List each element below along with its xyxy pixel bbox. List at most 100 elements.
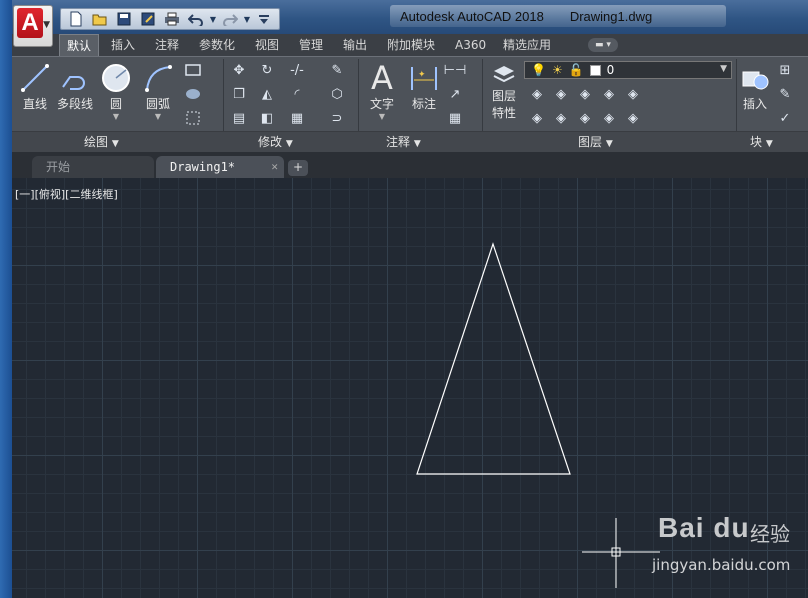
chevron-down-icon: ▼: [605, 139, 613, 149]
unlock-icon: 🔓: [568, 63, 584, 77]
layer-tool-icon[interactable]: ◈: [552, 109, 570, 127]
move-icon[interactable]: ✥: [230, 61, 248, 79]
chevron-down-icon: ▼: [285, 139, 293, 149]
erase-icon[interactable]: ✎: [328, 61, 346, 79]
sun-icon: ☀: [551, 63, 563, 77]
layer-tool-icon[interactable]: ◈: [624, 85, 642, 103]
title-bar: ▼ ▼ Autodesk AutoCAD 2018 Drawing1.dwg: [12, 0, 808, 34]
insert-block-icon: [738, 61, 772, 95]
layers-icon: [486, 61, 522, 87]
tab-featured-apps[interactable]: 精选应用: [503, 34, 551, 56]
save-icon[interactable]: [113, 10, 135, 28]
tab-a360[interactable]: A360: [455, 34, 486, 56]
layer-tool-icon[interactable]: ◈: [600, 85, 618, 103]
tab-default[interactable]: 默认: [59, 34, 100, 56]
undo-icon[interactable]: [185, 10, 207, 28]
annotation-panel-title[interactable]: 注释 ▼: [386, 133, 421, 150]
chevron-down-icon: ▼: [154, 112, 162, 121]
arc-tool[interactable]: 圆弧 ▼: [140, 61, 176, 121]
redo-icon[interactable]: [219, 10, 241, 28]
layer-tool-icon[interactable]: ◈: [600, 109, 618, 127]
new-icon[interactable]: [65, 10, 87, 28]
layer-tool-icon[interactable]: ◈: [528, 85, 546, 103]
file-title: Drawing1.dwg: [569, 8, 653, 24]
drawing-canvas[interactable]: [一][俯视][二维线框] Bai du 经验 jingyan.baidu.co…: [12, 178, 808, 598]
edit-block-icon[interactable]: ✎: [776, 85, 794, 103]
document-tab-bar: 开始 Drawing1* ✕ +: [12, 152, 808, 178]
line-icon: [18, 61, 52, 95]
tab-parametric[interactable]: 参数化: [199, 34, 235, 56]
tab-addins[interactable]: 附加模块: [387, 34, 435, 56]
layer-color-swatch: [589, 64, 601, 76]
customize-icon[interactable]: [253, 10, 275, 28]
dimension-label: 标注: [411, 97, 436, 111]
save-as-icon[interactable]: [137, 10, 159, 28]
layer-tool-icon[interactable]: ◈: [576, 109, 594, 127]
tab-manage[interactable]: 管理: [299, 34, 323, 56]
linear-dim-icon[interactable]: ⊢⊣: [444, 61, 467, 79]
text-icon: A: [371, 59, 393, 97]
close-icon[interactable]: ✕: [271, 156, 278, 178]
tab-drawing1[interactable]: Drawing1* ✕: [156, 156, 284, 178]
create-block-icon[interactable]: ⊞: [776, 61, 794, 79]
tab-annotate[interactable]: 注释: [155, 34, 179, 56]
layer-tool-icon[interactable]: ◈: [624, 109, 642, 127]
mirror-icon[interactable]: ◭: [258, 85, 276, 103]
layer-dropdown[interactable]: 💡 ☀ 🔓 0 ▼: [524, 61, 732, 79]
array-icon[interactable]: ▦: [288, 109, 306, 127]
redo-dropdown-icon[interactable]: ▼: [243, 15, 251, 24]
tab-output[interactable]: 输出: [343, 34, 367, 56]
insert-block-tool[interactable]: 插入: [738, 61, 772, 112]
explode-icon[interactable]: ⬡: [328, 85, 346, 103]
open-icon[interactable]: [89, 10, 111, 28]
add-tab-icon[interactable]: +: [288, 160, 308, 176]
rectangle-icon[interactable]: [184, 61, 202, 79]
watermark-cn: 经验: [750, 522, 790, 546]
layer-tool-icon[interactable]: ◈: [528, 109, 546, 127]
polyline-tool[interactable]: 多段线: [54, 61, 96, 112]
modify-panel-title[interactable]: 修改 ▼: [258, 133, 293, 150]
trim-icon[interactable]: -/-: [288, 61, 306, 79]
leader-icon[interactable]: ↗: [446, 85, 464, 103]
draw-panel-label: 绘图: [84, 135, 109, 149]
undo-dropdown-icon[interactable]: ▼: [209, 15, 217, 24]
layer-properties-tool[interactable]: 图层 特性: [486, 61, 522, 121]
tab-start[interactable]: 开始: [32, 156, 154, 178]
line-tool[interactable]: 直线: [18, 61, 52, 112]
layers-panel-label: 图层: [578, 135, 603, 149]
circle-tool[interactable]: 圆 ▼: [98, 61, 134, 121]
layer-tool-icon[interactable]: ◈: [576, 85, 594, 103]
table-icon[interactable]: ▦: [446, 109, 464, 127]
baidu-watermark: Bai du 经验 jingyan.baidu.com: [652, 510, 802, 584]
boundary-icon[interactable]: [184, 109, 202, 127]
line-label: 直线: [22, 97, 47, 111]
copy-icon[interactable]: ❐: [230, 85, 248, 103]
chevron-down-icon: ▼: [720, 64, 727, 74]
text-tool[interactable]: A 文字 ▼: [364, 59, 400, 121]
layer-tool-icon[interactable]: ◈: [552, 85, 570, 103]
rotate-icon[interactable]: ↻: [258, 61, 276, 79]
hatch-icon[interactable]: [184, 85, 202, 103]
scale-icon[interactable]: ◧: [258, 109, 276, 127]
triangle-shape[interactable]: [416, 242, 571, 475]
print-icon[interactable]: [161, 10, 183, 28]
application-menu-button[interactable]: A ▼: [13, 5, 53, 47]
arc-label: 圆弧: [145, 97, 170, 111]
annotation-panel-label: 注释: [386, 135, 411, 149]
dimension-tool[interactable]: ✦ 标注: [406, 61, 442, 112]
layers-panel-title[interactable]: 图层 ▼: [578, 133, 613, 150]
fillet-icon[interactable]: ◜: [288, 85, 306, 103]
tab-insert[interactable]: 插入: [111, 34, 135, 56]
circle-icon: [98, 61, 134, 95]
offset-icon[interactable]: ⊃: [328, 109, 346, 127]
chevron-down-icon: ▼: [111, 139, 119, 149]
tab-view[interactable]: 视图: [255, 34, 279, 56]
block-panel-title[interactable]: 块 ▼: [750, 133, 773, 150]
quick-access-toolbar: ▼ ▼: [60, 8, 280, 30]
ribbon: 直线 多段线 圆 ▼ 圆弧 ▼ 绘图 ▼ ✥ ↻ -/- ✎ ❐ ◭ ◜ ⬡ ▤: [12, 56, 808, 153]
draw-panel-title[interactable]: 绘图 ▼: [84, 133, 119, 150]
ribbon-toggle-icon[interactable]: ▬ ▾: [588, 38, 618, 52]
layer-properties-label-1: 图层: [491, 89, 516, 103]
block-attribute-icon[interactable]: ✓: [776, 109, 794, 127]
stretch-icon[interactable]: ▤: [230, 109, 248, 127]
